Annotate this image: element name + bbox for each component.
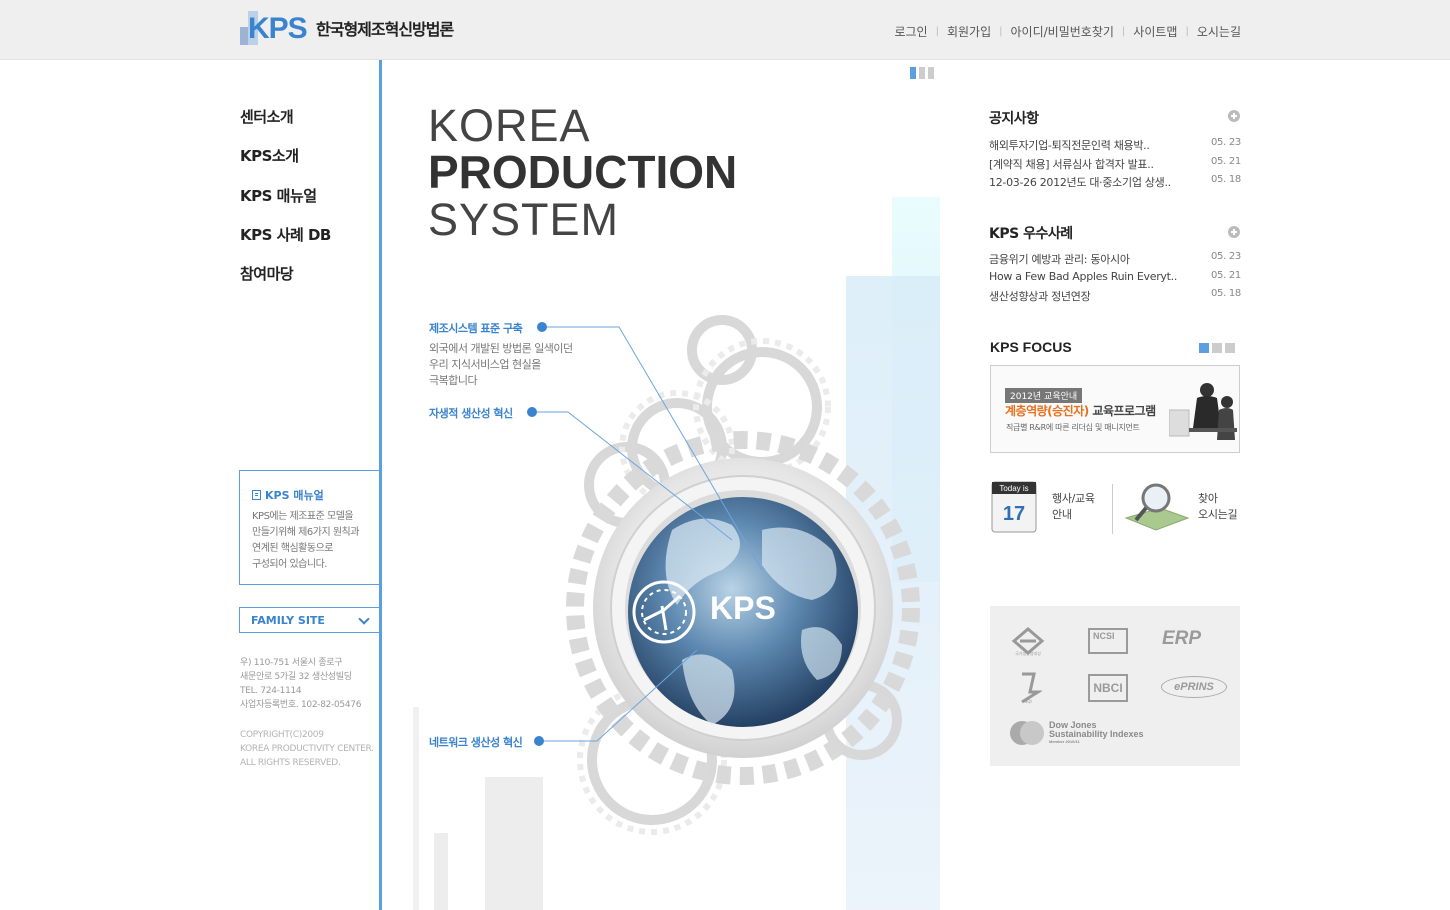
dow-jones-logo[interactable]: Dow Jones Sustainability Indexes Member …	[1010, 721, 1144, 745]
top-header: KPS 한국형제조혁신방법론 로그인 | 회원가입 | 아이디/비밀번호찾기 | 사이…	[0, 0, 1450, 60]
visual-slide-indicator[interactable]	[910, 67, 934, 79]
calendar-icon: Today is 17	[991, 481, 1037, 533]
nav-directions[interactable]: 오시는길	[1197, 23, 1241, 40]
focus-banner[interactable]: 2012년 교육안내 계층역량(승진자) 교육프로그램 직급별 R&R에 따른 …	[990, 365, 1240, 453]
magnifier-map-icon	[1124, 483, 1190, 531]
top-nav: 로그인 | 회원가입 | 아이디/비밀번호찾기 | 사이트맵 | 오시는길	[894, 23, 1241, 40]
address-info: 우) 110-751 서울시 종로구 새문안로 5가길 32 생산성빌딩 TEL…	[240, 658, 362, 710]
nqi-logo[interactable]: NQI	[1014, 672, 1042, 704]
list-item[interactable]: [계약직 채용] 서류심사 합격자 발표.. 05. 21	[989, 156, 1241, 175]
menu-participation[interactable]: 참여마당	[240, 263, 331, 302]
focus-dot-1[interactable]	[1199, 343, 1209, 353]
nav-login[interactable]: 로그인	[894, 23, 927, 40]
main-menu: 센터소개 KPS소개 KPS 매뉴얼 KPS 사례 DB 참여마당	[240, 106, 331, 302]
quick-link-events[interactable]: Today is 17 행사/교육 안내	[990, 480, 1095, 534]
calendar-day: 17	[1003, 503, 1025, 525]
notices-title[interactable]: 공지사항	[989, 108, 1039, 128]
notices-more-icon[interactable]	[1228, 110, 1240, 122]
kps-logo-mark: KPS	[238, 9, 310, 47]
menu-kps-manual[interactable]: KPS 매뉴얼	[240, 185, 331, 224]
eprins-logo[interactable]: ePRINS	[1161, 676, 1227, 698]
list-item[interactable]: How a Few Bad Apples Ruin Everyt.. 05. 21	[989, 270, 1241, 289]
menu-kps-case-db[interactable]: KPS 사례 DB	[240, 224, 331, 263]
menu-center-intro[interactable]: 센터소개	[240, 106, 331, 145]
family-site-label: FAMILY SITE	[251, 613, 325, 627]
callout-self-productivity[interactable]: 자생적 생산성 혁신	[429, 405, 513, 421]
svg-text:NQI: NQI	[1024, 699, 1031, 704]
best-cases-list: 금융위기 예방과 관리: 동아시아 05. 23 How a Few Bad Ap…	[989, 251, 1241, 307]
list-item[interactable]: 해외투자기업-퇴직전문인력 채용박.. 05. 23	[989, 137, 1241, 156]
banner-subtitle: 직급별 R&R에 따른 리더십 및 매니지먼트	[1006, 423, 1140, 432]
nav-sitemap[interactable]: 사이트맵	[1133, 23, 1177, 40]
list-item[interactable]: 12-03-26 2012년도 대·중소기업 상생.. 05. 18	[989, 174, 1241, 193]
site-title: 한국형제조혁신방법론	[316, 20, 454, 39]
main-visual: KOREA PRODUCTION SYSTEM KPS 제조시스템 표준 구축 …	[382, 60, 948, 910]
banner-people-image	[1169, 383, 1237, 440]
best-cases-more-icon[interactable]	[1228, 226, 1240, 238]
banner-tag: 2012년 교육안내	[1005, 388, 1083, 403]
menu-kps-intro[interactable]: KPS소개	[240, 145, 331, 184]
partner-logos: 국가생산성대상 NCSI ERP NQI NBCI ePRINS Dow Jon…	[990, 606, 1240, 766]
site-logo[interactable]: KPS 한국형제조혁신방법론	[238, 9, 454, 47]
productivity-award-logo[interactable]: 국가생산성대상	[1010, 626, 1046, 656]
slide-dot-2[interactable]	[919, 67, 925, 79]
notices-list: 해외투자기업-퇴직전문인력 채용박.. 05. 23 [계약직 채용] 서류심사 …	[989, 137, 1241, 193]
quick-link-directions[interactable]: 찾아 오시는길	[1122, 480, 1238, 534]
nav-find-account[interactable]: 아이디/비밀번호찾기	[1011, 23, 1114, 40]
callout-standard-desc: 외국에서 개발된 방법론 일색이던 우리 지식서비스업 현실을 극복합니다	[429, 342, 573, 387]
calendar-label: Today is	[999, 484, 1028, 493]
ncsi-logo[interactable]: NCSI	[1088, 628, 1128, 654]
book-icon	[252, 490, 261, 500]
kps-manual-box[interactable]: KPS 매뉴얼 KPS에는 제조표준 모델을 만들기위해 제6가지 원칙과 연계…	[239, 470, 380, 585]
list-item[interactable]: 생산성향상과 정년연장 05. 18	[989, 288, 1241, 307]
svg-text:국가생산성대상: 국가생산성대상	[1015, 650, 1041, 656]
focus-dot-3[interactable]	[1225, 343, 1235, 353]
banner-title: 계층역량(승진자) 교육프로그램	[1005, 404, 1156, 418]
best-cases-title[interactable]: KPS 우수사례	[989, 223, 1073, 243]
manual-title: KPS 매뉴얼	[265, 489, 324, 502]
callout-standard-system[interactable]: 제조시스템 표준 구축	[429, 320, 523, 336]
visual-headline: KOREA PRODUCTION SYSTEM	[428, 100, 738, 245]
erp-logo[interactable]: ERP	[1162, 628, 1201, 650]
copyright: COPYRIGHT(C)2009 KOREA PRODUCTIVITY CENT…	[240, 730, 374, 768]
manual-description: KPS에는 제조표준 모델을 만들기위해 제6가지 원칙과 연계된 핵심활동으로…	[252, 511, 359, 570]
family-site-select[interactable]: FAMILY SITE	[239, 607, 380, 633]
focus-title: KPS FOCUS	[990, 339, 1072, 355]
nbci-logo[interactable]: NBCI	[1088, 674, 1128, 702]
nav-join[interactable]: 회원가입	[947, 23, 991, 40]
logo-text: KPS	[248, 12, 308, 45]
slide-dot-3[interactable]	[928, 67, 934, 79]
globe-kps-label: KPS	[710, 590, 776, 626]
focus-slide-indicator[interactable]	[1199, 343, 1235, 353]
slide-dot-1[interactable]	[910, 67, 916, 79]
focus-dot-2[interactable]	[1212, 343, 1222, 353]
chevron-down-icon	[358, 613, 370, 625]
callout-network-productivity[interactable]: 네트워크 생산성 혁신	[429, 734, 523, 750]
list-item[interactable]: 금융위기 예방과 관리: 동아시아 05. 23	[989, 251, 1241, 270]
